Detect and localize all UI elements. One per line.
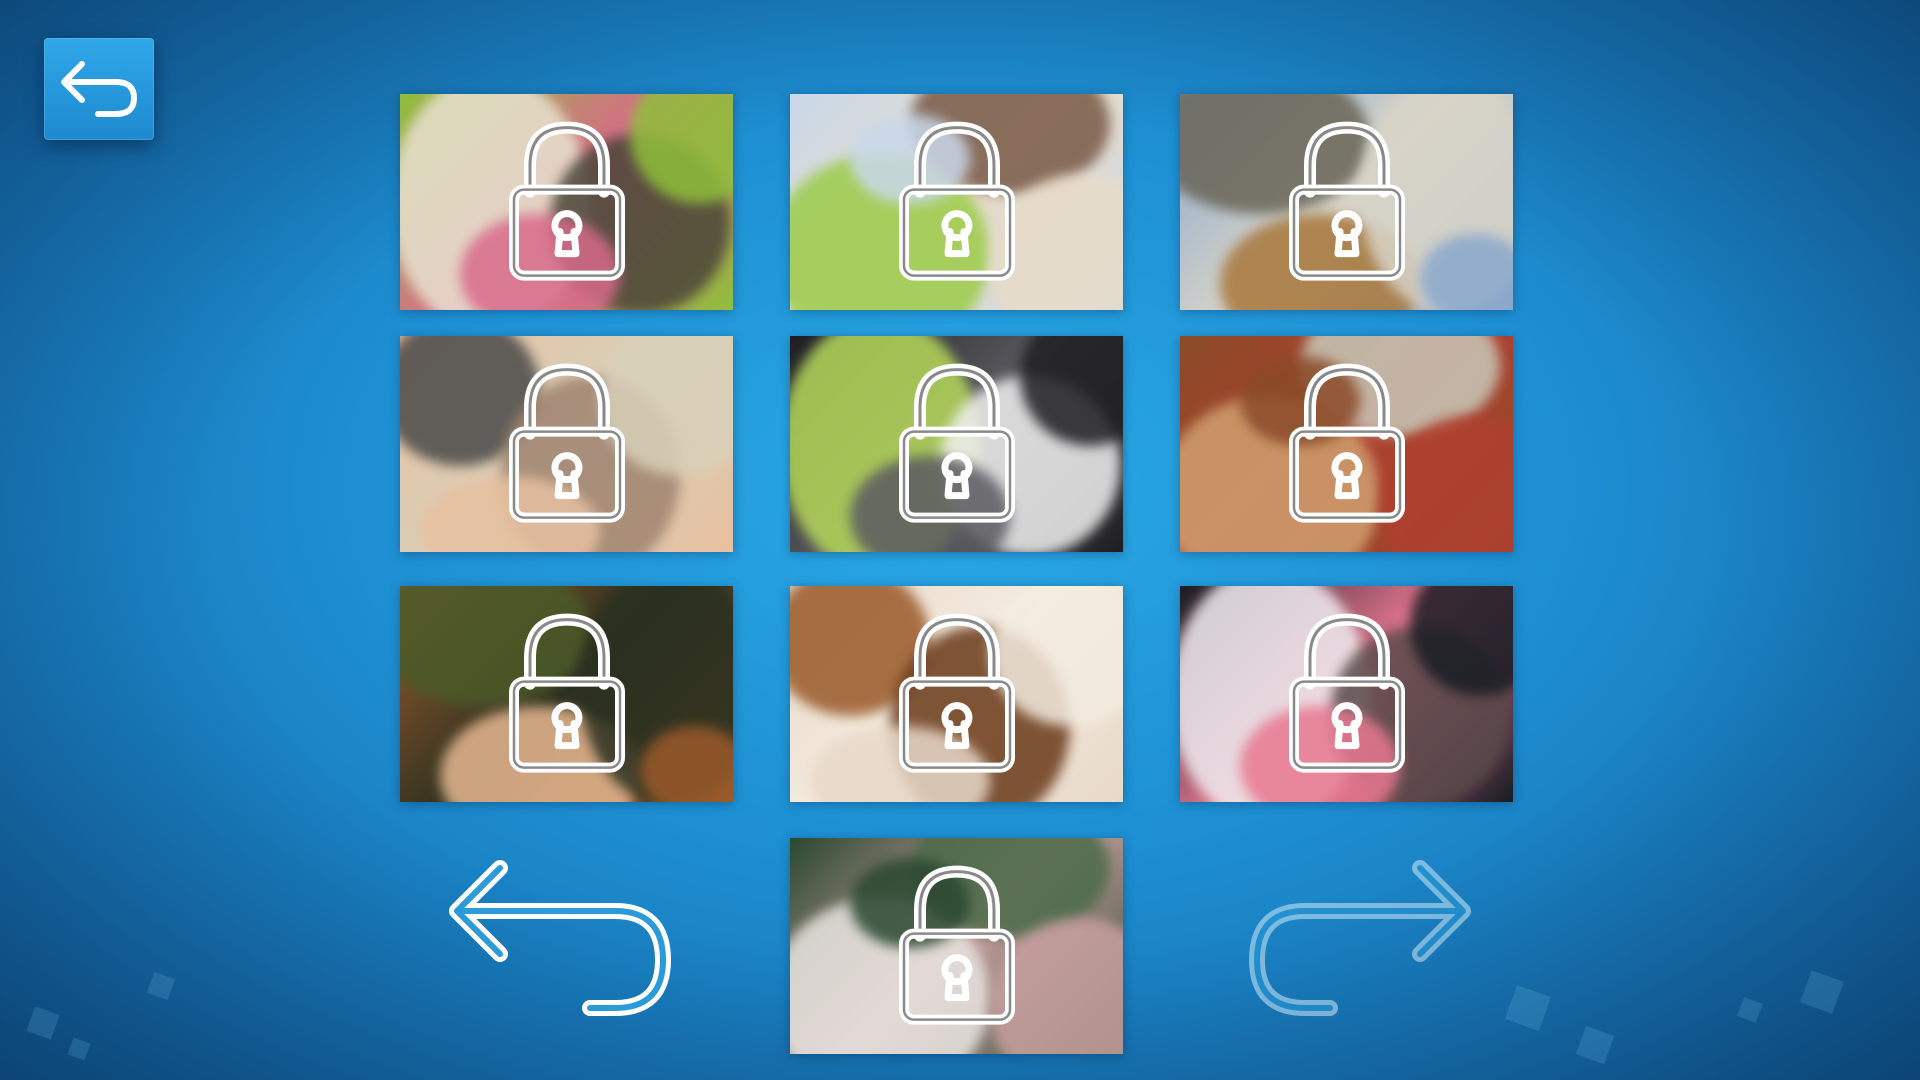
lock-icon xyxy=(508,363,625,523)
level-tile-dog-in-field[interactable] xyxy=(790,94,1123,310)
level-tile-dog-on-grass[interactable] xyxy=(400,94,733,310)
level-tile-dog-by-water[interactable] xyxy=(1180,94,1513,310)
level-tile-black-dog-with-flowers[interactable] xyxy=(790,336,1123,552)
level-tile-spaniel-closeup[interactable] xyxy=(790,586,1123,802)
decor-square xyxy=(67,1037,91,1061)
level-tile-husky-puppy[interactable] xyxy=(1180,586,1513,802)
curved-arrow-right-icon xyxy=(1249,860,1471,1016)
back-button[interactable] xyxy=(44,38,154,140)
next-page-button[interactable] xyxy=(1235,858,1475,1028)
lock-icon xyxy=(898,121,1015,281)
lock-icon xyxy=(508,613,625,773)
decor-square xyxy=(1800,970,1844,1014)
previous-page-button[interactable] xyxy=(445,858,685,1028)
return-arrow-icon xyxy=(61,61,137,117)
level-tile-dog-on-blanket[interactable] xyxy=(400,336,733,552)
lock-icon xyxy=(898,865,1015,1025)
level-tile-spaniel-outdoors[interactable] xyxy=(400,586,733,802)
level-tile-white-dog-in-grass[interactable] xyxy=(790,838,1123,1054)
lock-icon xyxy=(1288,363,1405,523)
lock-icon xyxy=(1288,121,1405,281)
curved-arrow-left-icon xyxy=(449,860,671,1016)
decor-square xyxy=(26,1006,60,1040)
level-tile-brown-poodle[interactable] xyxy=(1180,336,1513,552)
decor-square xyxy=(1504,984,1552,1032)
decor-square xyxy=(146,971,176,1001)
decor-square xyxy=(1575,1025,1615,1065)
lock-icon xyxy=(508,121,625,281)
lock-icon xyxy=(898,363,1015,523)
decor-square xyxy=(1737,997,1763,1023)
lock-icon xyxy=(1288,613,1405,773)
lock-icon xyxy=(898,613,1015,773)
